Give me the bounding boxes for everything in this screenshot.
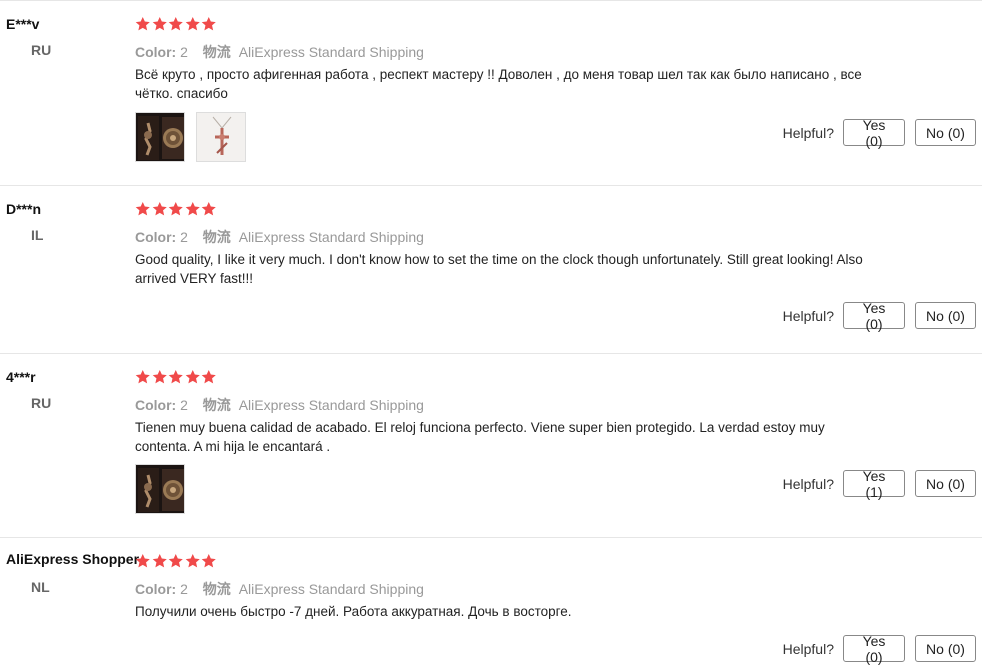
review-photos xyxy=(135,464,185,514)
reviewer-name: E***v xyxy=(6,16,40,32)
pocket-watch-box-photo[interactable] xyxy=(135,112,185,162)
color-label: Color: xyxy=(135,581,177,597)
color-value: 2 xyxy=(180,397,188,413)
star-icon xyxy=(185,553,200,568)
star-icon xyxy=(135,16,150,31)
shipping-value: AliExpress Standard Shipping xyxy=(238,581,424,597)
shipping-label: 物流 xyxy=(202,397,231,413)
color-value: 2 xyxy=(180,581,188,597)
review-text: Good quality, I like it very much. I don… xyxy=(135,252,863,286)
review-text: Получили очень быстро -7 дней. Работа ак… xyxy=(135,604,572,619)
helpful-label: Helpful? xyxy=(782,475,834,492)
helpful-group: Helpful? Yes (0) No (0) xyxy=(782,633,976,665)
helpful-no-button[interactable]: No (0) xyxy=(915,119,976,146)
review-item: E***v RU Color: 2 物流 AliExpress Standard… xyxy=(0,0,982,186)
helpful-yes-button[interactable]: Yes (0) xyxy=(843,117,905,149)
review-text: Всё круто , просто афигенная работа , ре… xyxy=(135,67,862,101)
helpful-label: Helpful? xyxy=(782,307,834,324)
shipping-value: AliExpress Standard Shipping xyxy=(238,229,424,245)
star-icon xyxy=(152,553,167,568)
reviewer-country: RU xyxy=(31,42,52,58)
star-icon xyxy=(152,16,167,31)
star-icon xyxy=(135,201,150,216)
review-photos xyxy=(135,112,246,162)
reviewer-country: NL xyxy=(31,579,50,595)
reviewer-name: 4***r xyxy=(6,369,36,385)
shipping-label: 物流 xyxy=(202,229,231,245)
star-rating xyxy=(135,369,217,387)
star-icon xyxy=(168,201,183,216)
color-label: Color: xyxy=(135,397,177,413)
pocket-watch-box-photo[interactable] xyxy=(135,464,185,514)
helpful-yes-button[interactable]: Yes (0) xyxy=(843,300,905,332)
helpful-yes-button[interactable]: Yes (0) xyxy=(843,633,905,665)
review-item: AliExpress Shopper NL Color: 2 物流 AliExp… xyxy=(0,537,982,665)
helpful-no-button[interactable]: No (0) xyxy=(915,470,976,497)
reviewer-country: IL xyxy=(31,227,44,243)
star-rating xyxy=(135,16,217,34)
review-text: Tienen muy buena calidad de acabado. El … xyxy=(135,420,825,454)
shipping-label: 物流 xyxy=(202,581,231,597)
star-icon xyxy=(168,369,183,384)
star-icon xyxy=(152,201,167,216)
reviewer-name: AliExpress Shopper xyxy=(6,551,140,567)
color-label: Color: xyxy=(135,44,177,60)
star-icon xyxy=(168,16,183,31)
review-meta: Color: 2 物流 AliExpress Standard Shipping xyxy=(135,579,424,599)
review-meta: Color: 2 物流 AliExpress Standard Shipping xyxy=(135,227,424,247)
star-icon xyxy=(201,16,216,31)
review-item: D***n IL Color: 2 物流 AliExpress Standard… xyxy=(0,185,982,354)
review-meta: Color: 2 物流 AliExpress Standard Shipping xyxy=(135,395,424,415)
helpful-group: Helpful? Yes (0) No (0) xyxy=(782,300,976,332)
helpful-no-button[interactable]: No (0) xyxy=(915,302,976,329)
star-icon xyxy=(185,16,200,31)
cross-necklace-photo[interactable] xyxy=(196,112,246,162)
star-icon xyxy=(201,553,216,568)
star-icon xyxy=(168,553,183,568)
star-icon xyxy=(152,369,167,384)
review-item: 4***r RU Color: 2 物流 AliExpress Standard… xyxy=(0,353,982,538)
color-value: 2 xyxy=(180,229,188,245)
shipping-value: AliExpress Standard Shipping xyxy=(238,397,424,413)
star-icon xyxy=(135,553,150,568)
color-value: 2 xyxy=(180,44,188,60)
star-icon xyxy=(185,201,200,216)
helpful-label: Helpful? xyxy=(782,640,834,657)
star-icon xyxy=(201,201,216,216)
star-rating xyxy=(135,201,217,219)
color-label: Color: xyxy=(135,229,177,245)
star-icon xyxy=(185,369,200,384)
review-meta: Color: 2 物流 AliExpress Standard Shipping xyxy=(135,42,424,62)
helpful-group: Helpful? Yes (1) No (0) xyxy=(782,468,976,500)
reviewer-name: D***n xyxy=(6,201,42,217)
helpful-label: Helpful? xyxy=(782,124,834,141)
star-icon xyxy=(135,369,150,384)
helpful-no-button[interactable]: No (0) xyxy=(915,635,976,662)
star-icon xyxy=(201,369,216,384)
reviewer-country: RU xyxy=(31,395,52,411)
helpful-yes-button[interactable]: Yes (1) xyxy=(843,468,905,500)
helpful-group: Helpful? Yes (0) No (0) xyxy=(782,117,976,149)
star-rating xyxy=(135,553,217,571)
shipping-value: AliExpress Standard Shipping xyxy=(238,44,424,60)
shipping-label: 物流 xyxy=(202,44,231,60)
